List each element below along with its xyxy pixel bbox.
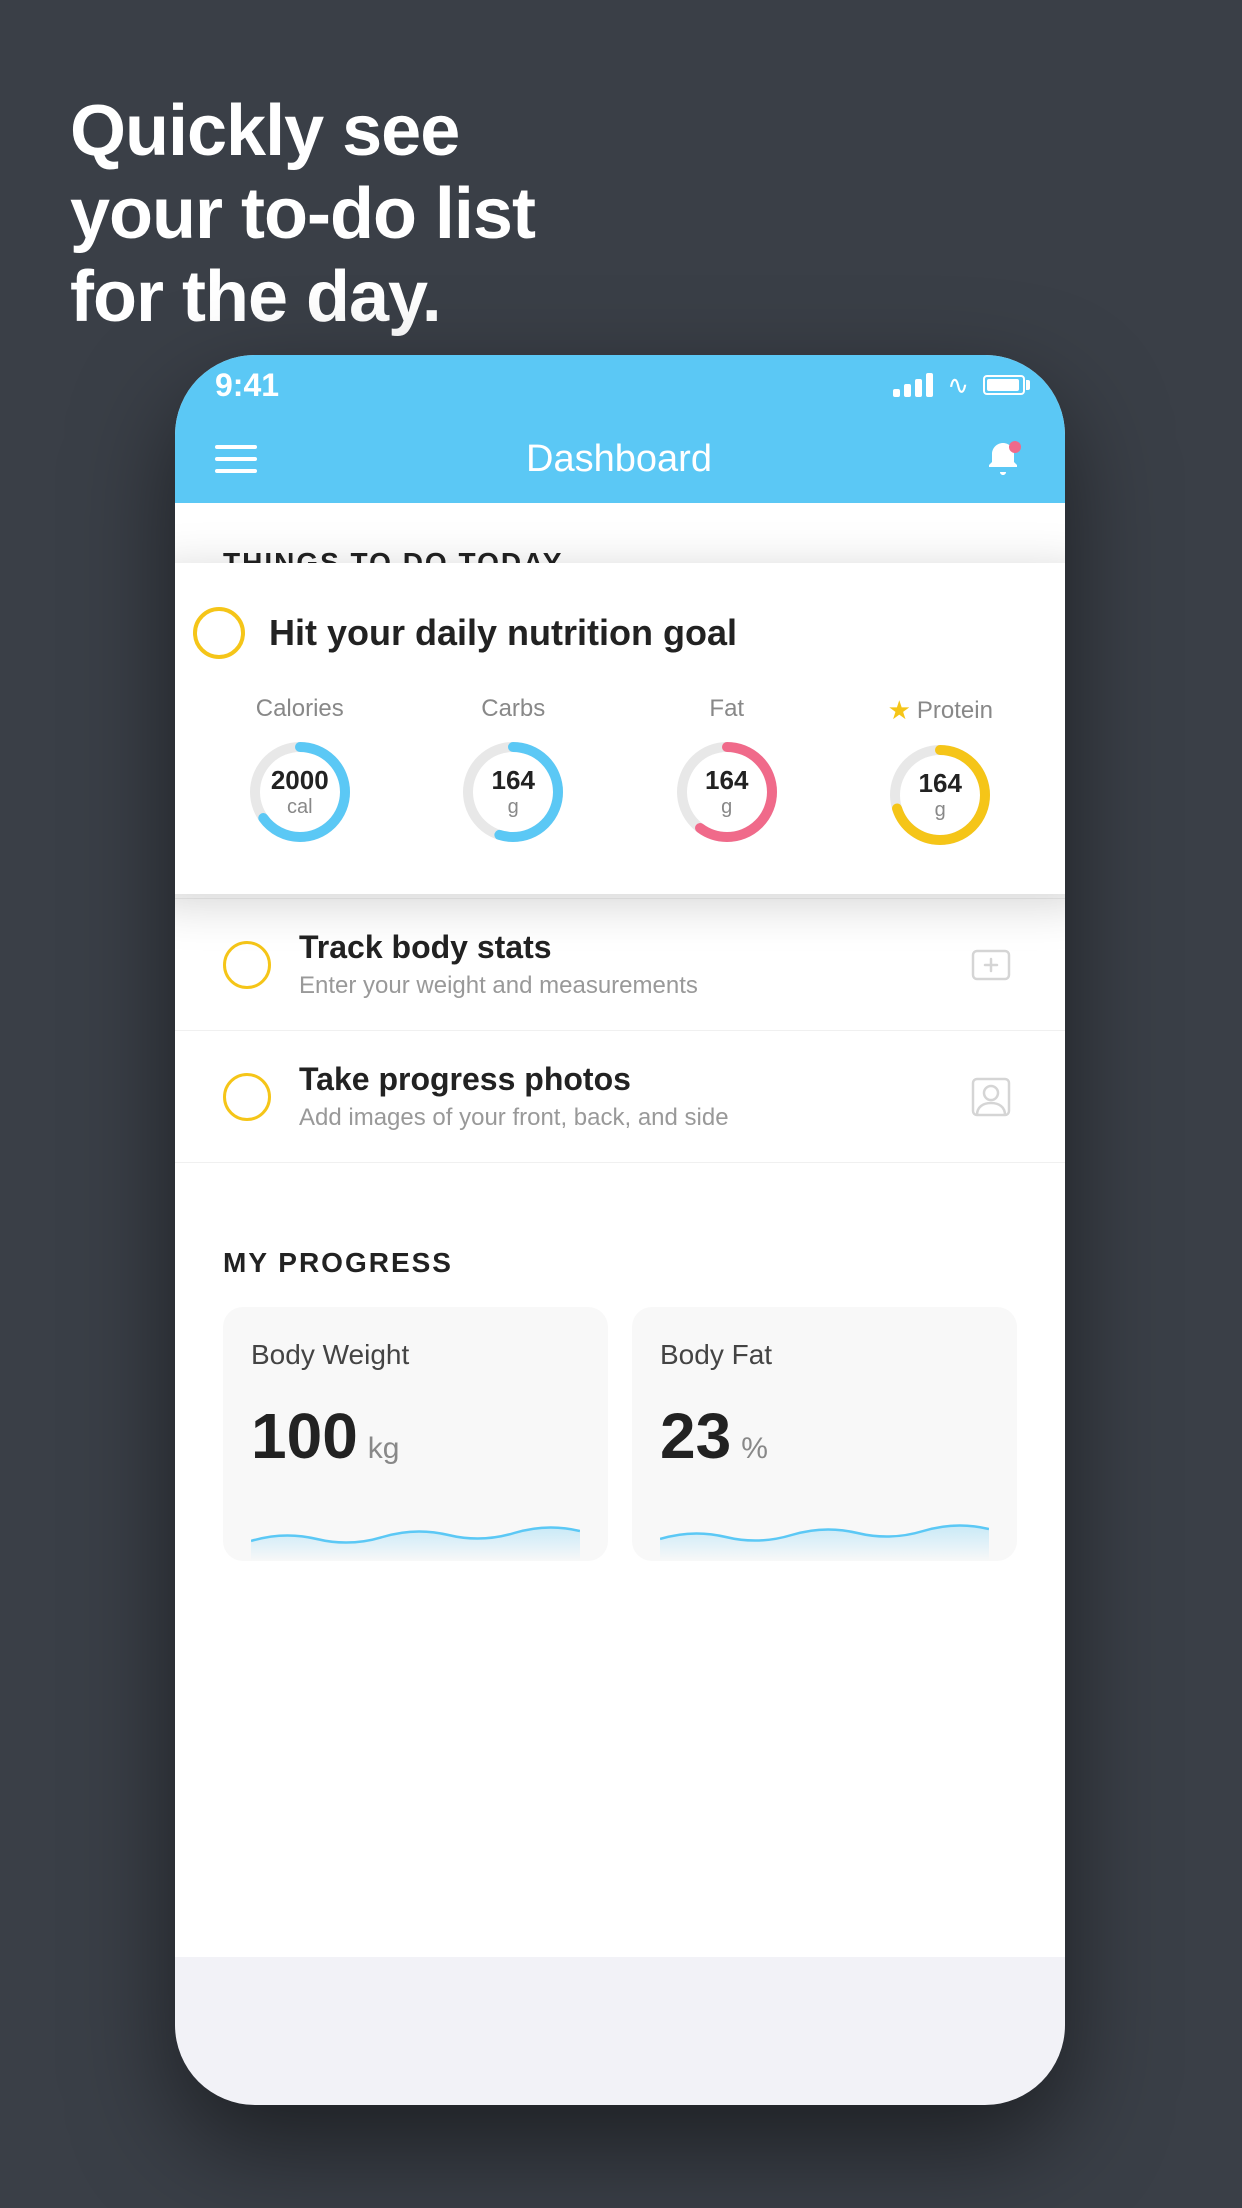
hamburger-menu[interactable] <box>215 445 257 473</box>
notification-bell-icon[interactable] <box>981 437 1025 481</box>
progress-cards: Body Weight 100 kg <box>223 1307 1017 1561</box>
body-weight-card[interactable]: Body Weight 100 kg <box>223 1307 608 1561</box>
nutrition-card: Hit your daily nutrition goal Calories <box>175 563 1065 894</box>
protein-ring: 164 g <box>885 740 995 850</box>
phone-frame: 9:41 ∿ Dashboard <box>175 355 1065 2105</box>
photos-title: Take progress photos <box>299 1061 937 1098</box>
nav-title: Dashboard <box>526 438 712 481</box>
body-weight-value-row: 100 kg <box>251 1399 580 1473</box>
body-stats-subtitle: Enter your weight and measurements <box>299 972 937 1000</box>
photos-subtitle: Add images of your front, back, and side <box>299 1104 937 1132</box>
carbs-unit: g <box>492 796 535 819</box>
carbs-value: 164 <box>492 765 535 796</box>
calories-unit: cal <box>271 796 329 819</box>
calories-label: Calories <box>256 695 344 723</box>
photos-checkbox[interactable] <box>223 1073 271 1121</box>
nutrition-goal-checkbox[interactable] <box>193 607 245 659</box>
progress-section: MY PROGRESS Body Weight 100 kg <box>175 1203 1065 1561</box>
fat-ring: 164 g <box>672 737 782 847</box>
body-fat-value-row: 23 % <box>660 1399 989 1473</box>
phone-content: THINGS TO DO TODAY Hit your daily nutrit… <box>175 503 1065 2105</box>
todo-item-body-stats[interactable]: Track body stats Enter your weight and m… <box>175 899 1065 1031</box>
nutrition-circles: Calories 2000 cal <box>193 695 1047 850</box>
nutrition-goal-title: Hit your daily nutrition goal <box>269 612 737 654</box>
person-icon <box>965 1071 1017 1123</box>
body-weight-value: 100 <box>251 1399 358 1473</box>
body-fat-value: 23 <box>660 1399 731 1473</box>
hero-line1: Quickly see <box>70 90 535 173</box>
status-icons: ∿ <box>893 370 1025 401</box>
carbs-ring: 164 g <box>458 737 568 847</box>
protein-unit: g <box>919 799 962 822</box>
body-fat-title: Body Fat <box>660 1339 989 1371</box>
calories-item: Calories 2000 cal <box>245 695 355 847</box>
fat-label: Fat <box>709 695 744 723</box>
card-title-row: Hit your daily nutrition goal <box>193 607 1047 659</box>
body-stats-title: Track body stats <box>299 929 937 966</box>
status-time: 9:41 <box>215 367 279 404</box>
body-fat-unit: % <box>741 1432 768 1466</box>
todo-item-photos[interactable]: Take progress photos Add images of your … <box>175 1031 1065 1163</box>
body-stats-checkbox[interactable] <box>223 941 271 989</box>
protein-value: 164 <box>919 768 962 799</box>
body-fat-chart <box>660 1501 989 1561</box>
protein-label: ★ Protein <box>888 695 993 726</box>
hero-line3: for the day. <box>70 256 535 339</box>
calories-ring: 2000 cal <box>245 737 355 847</box>
body-weight-title: Body Weight <box>251 1339 580 1371</box>
body-weight-chart <box>251 1501 580 1561</box>
star-icon: ★ <box>888 695 911 726</box>
fat-unit: g <box>705 796 748 819</box>
protein-item: ★ Protein 164 g <box>885 695 995 850</box>
fat-item: Fat 164 g <box>672 695 782 847</box>
wifi-icon: ∿ <box>947 370 969 401</box>
carbs-label: Carbs <box>481 695 545 723</box>
battery-icon <box>983 375 1025 395</box>
body-stats-text: Track body stats Enter your weight and m… <box>299 929 937 1000</box>
carbs-item: Carbs 164 g <box>458 695 568 847</box>
hero-line2: your to-do list <box>70 173 535 256</box>
photos-text: Take progress photos Add images of your … <box>299 1061 937 1132</box>
content-area: THINGS TO DO TODAY Hit your daily nutrit… <box>175 503 1065 1957</box>
hero-text: Quickly see your to-do list for the day. <box>70 90 535 338</box>
body-weight-unit: kg <box>368 1432 400 1466</box>
status-bar: 9:41 ∿ <box>175 355 1065 415</box>
calories-value: 2000 <box>271 765 329 796</box>
nav-bar: Dashboard <box>175 415 1065 503</box>
body-fat-card[interactable]: Body Fat 23 % <box>632 1307 1017 1561</box>
signal-icon <box>893 373 933 397</box>
fat-value: 164 <box>705 765 748 796</box>
progress-header: MY PROGRESS <box>223 1247 1017 1279</box>
scale-icon <box>965 939 1017 991</box>
